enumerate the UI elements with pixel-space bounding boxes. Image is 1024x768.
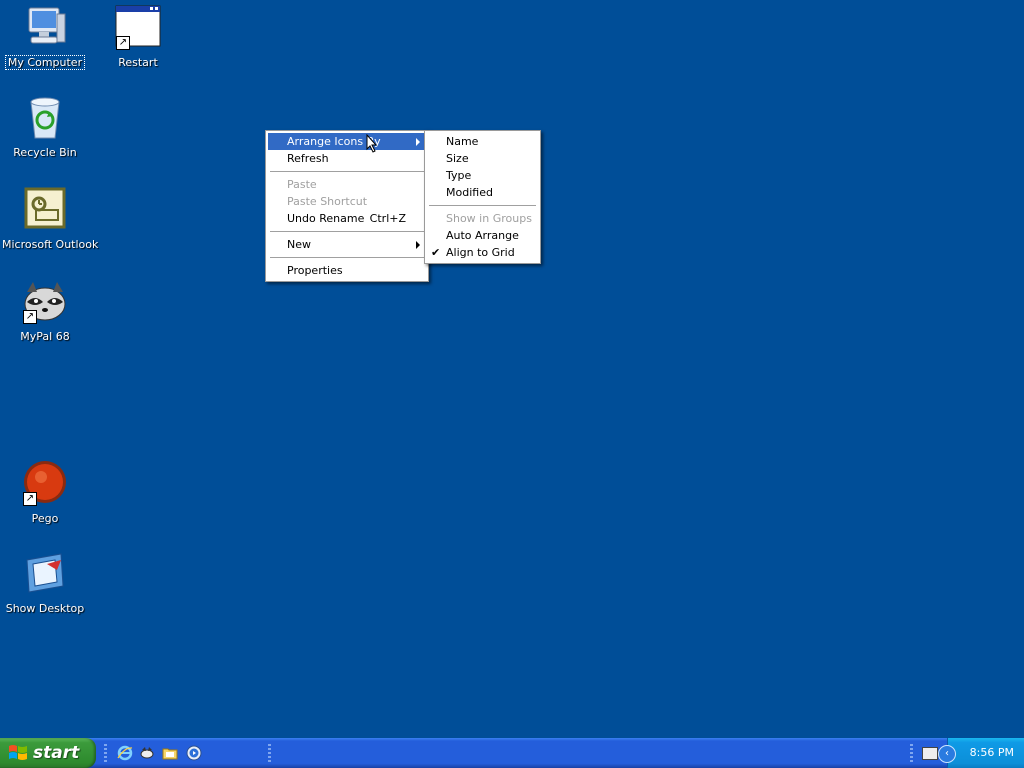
menu-item-label: Align to Grid xyxy=(446,246,515,259)
toolbar-grip[interactable] xyxy=(268,744,271,762)
clock[interactable]: 8:56 PM xyxy=(970,746,1014,759)
menu-item-label: Undo Rename xyxy=(287,212,365,225)
desktop-icon-label: Pego xyxy=(31,512,59,525)
toolbar-grip[interactable] xyxy=(104,744,107,762)
media-icon[interactable] xyxy=(139,745,155,761)
shortcut-arrow-icon: ↗ xyxy=(116,36,130,50)
checkmark-icon: ✔ xyxy=(431,246,441,259)
menu-separator xyxy=(270,171,424,172)
desktop-icon-label: Recycle Bin xyxy=(13,146,77,159)
media-player-icon[interactable] xyxy=(186,745,202,761)
menu-item-refresh[interactable]: Refresh xyxy=(268,150,426,167)
menu-item-label: Type xyxy=(446,169,472,182)
shortcut-arrow-icon: ↗ xyxy=(23,310,37,324)
menu-item-paste-shortcut: Paste Shortcut xyxy=(268,193,426,210)
submenu-arrow-icon xyxy=(416,138,420,146)
computer-icon xyxy=(21,4,69,52)
submenu-item-type[interactable]: Type xyxy=(427,167,538,184)
menu-item-label: Auto Arrange xyxy=(446,229,519,242)
show-desktop-icon xyxy=(21,550,69,598)
arrange-icons-submenu: Name Size Type Modified Show in Groups A… xyxy=(424,130,541,264)
desktop-icon-label: MyPal 68 xyxy=(20,330,70,343)
desktop-icon-label: Show Desktop xyxy=(5,602,85,615)
menu-item-arrange-icons-by[interactable]: Arrange Icons By xyxy=(268,133,426,150)
submenu-item-modified[interactable]: Modified xyxy=(427,184,538,201)
menu-item-properties[interactable]: Properties xyxy=(268,262,426,279)
menu-item-label: Paste Shortcut xyxy=(287,195,368,208)
submenu-arrow-icon xyxy=(416,241,420,249)
show-hidden-icons-chevron-icon[interactable]: ‹ xyxy=(938,745,956,763)
desktop-icon-my-computer[interactable]: My Computer xyxy=(0,4,90,70)
recycle-bin-icon xyxy=(21,94,69,142)
desktop-icon-microsoft-outlook[interactable]: Microsoft Outlook xyxy=(0,186,98,251)
menu-item-label: Modified xyxy=(446,186,493,199)
internet-explorer-icon[interactable] xyxy=(117,745,133,761)
desktop-icon-pego[interactable]: ↗ Pego xyxy=(0,460,90,525)
taskbar: start ‹ 8:56 PM xyxy=(0,738,1024,768)
folder-icon[interactable] xyxy=(162,745,178,761)
submenu-item-show-in-groups: Show in Groups xyxy=(427,210,538,227)
menu-item-label: New xyxy=(287,238,311,251)
shortcut-arrow-icon: ↗ xyxy=(23,492,37,506)
red-ball-icon: ↗ xyxy=(21,460,69,508)
desktop-icon-label: Restart xyxy=(118,56,158,69)
outlook-icon xyxy=(21,186,69,234)
menu-item-label: Name xyxy=(446,135,479,148)
submenu-item-size[interactable]: Size xyxy=(427,150,538,167)
submenu-item-auto-arrange[interactable]: Auto Arrange xyxy=(427,227,538,244)
window-icon: ↗ xyxy=(114,4,162,52)
desktop-icon-show-desktop[interactable]: Show Desktop xyxy=(0,550,90,615)
keyboard-icon[interactable] xyxy=(922,747,938,760)
menu-separator xyxy=(429,205,536,206)
desktop-icon-recycle-bin[interactable]: Recycle Bin xyxy=(0,94,90,159)
raccoon-icon: ↗ xyxy=(21,278,69,326)
windows-flag-icon xyxy=(9,745,27,760)
desktop-icon-mypal-68[interactable]: ↗ MyPal 68 xyxy=(0,278,90,343)
mouse-cursor-icon xyxy=(366,133,378,156)
menu-item-shortcut: Ctrl+Z xyxy=(369,212,406,225)
desktop-icon-restart[interactable]: ↗ Restart xyxy=(93,4,183,69)
menu-separator xyxy=(270,257,424,258)
menu-item-label: Show in Groups xyxy=(446,212,532,225)
desktop-icon-label: My Computer xyxy=(4,55,86,70)
start-button[interactable]: start xyxy=(0,738,96,768)
menu-item-label: Properties xyxy=(287,264,343,277)
system-tray: ‹ 8:56 PM xyxy=(938,738,1024,768)
menu-item-undo-rename[interactable]: Undo Rename Ctrl+Z xyxy=(268,210,426,227)
submenu-item-name[interactable]: Name xyxy=(427,133,538,150)
menu-item-paste: Paste xyxy=(268,176,426,193)
menu-item-label: Size xyxy=(446,152,469,165)
start-label: start xyxy=(33,743,80,763)
submenu-item-align-to-grid[interactable]: ✔ Align to Grid xyxy=(427,244,538,261)
menu-item-label: Refresh xyxy=(287,152,329,165)
toolbar-grip[interactable] xyxy=(910,744,913,762)
menu-item-new[interactable]: New xyxy=(268,236,426,253)
context-menu: Arrange Icons By Refresh Paste Paste Sho… xyxy=(265,130,429,282)
menu-item-label: Paste xyxy=(287,178,317,191)
menu-separator xyxy=(270,231,424,232)
desktop[interactable]: My Computer ↗ Restart Recycle Bin Micros… xyxy=(0,0,1024,738)
desktop-icon-label: Microsoft Outlook xyxy=(2,238,99,251)
